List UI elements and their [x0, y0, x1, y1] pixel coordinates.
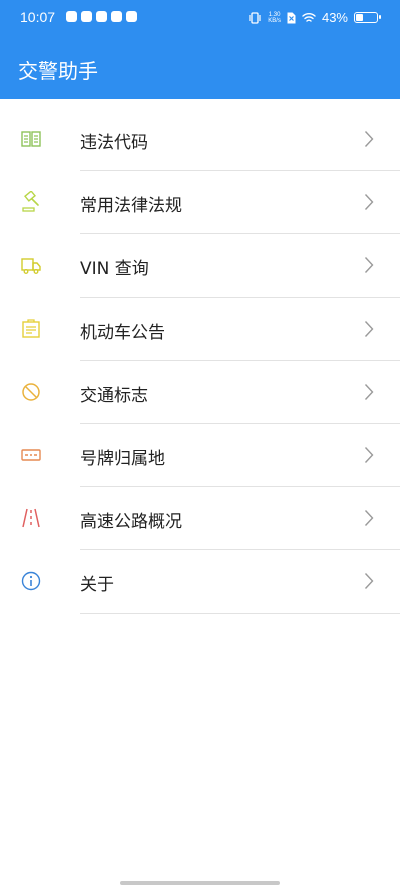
- app-notification-icon: [96, 11, 107, 22]
- menu-list: 违法代码 常用法律法规 VIN 查询 机动车公告 交通标志 号牌归属地 高速公路…: [0, 108, 400, 614]
- app-bar: 交警助手: [0, 36, 400, 99]
- menu-item-violation-codes[interactable]: 违法代码: [0, 108, 400, 172]
- video-notification-icon: [111, 11, 122, 22]
- chevron-right-icon: [364, 257, 374, 274]
- status-right: 1.30 KB/s 43%: [248, 10, 381, 25]
- battery-percent: 43%: [321, 10, 348, 25]
- status-bar: 10:07 1.30 KB/s 43%: [0, 0, 400, 36]
- notice-icon: [22, 318, 40, 338]
- menu-item-label: 违法代码: [80, 133, 148, 153]
- book-icon: [21, 131, 41, 147]
- menu-item-about[interactable]: 关于: [0, 550, 400, 614]
- menu-item-plate-region[interactable]: 号牌归属地: [0, 424, 400, 488]
- notification-icons: [66, 11, 137, 22]
- network-speed-value: 1.30: [268, 11, 281, 18]
- highway-icon: [22, 508, 40, 528]
- menu-item-label: 常用法律法规: [80, 196, 182, 217]
- chevron-right-icon: [364, 320, 374, 337]
- chevron-right-icon: [364, 573, 374, 590]
- info-icon: [21, 572, 41, 591]
- menu-item-label: 关于: [80, 575, 114, 596]
- status-time: 10:07: [20, 9, 56, 25]
- battery-icon: [354, 12, 381, 23]
- menu-item-highway-overview[interactable]: 高速公路概况: [0, 487, 400, 551]
- menu-item-label: 高速公路概况: [80, 512, 182, 533]
- prohibited-sign-icon: [22, 383, 40, 401]
- page-title: 交警助手: [18, 59, 98, 83]
- app-notification-icon: [81, 11, 92, 22]
- menu-item-label: 机动车公告: [80, 322, 165, 343]
- menu-item-label: 交通标志: [80, 385, 148, 406]
- menu-item-vin-query[interactable]: VIN 查询: [0, 234, 400, 298]
- chevron-right-icon: [364, 510, 374, 527]
- chevron-right-icon: [364, 194, 374, 211]
- no-sim-icon: [287, 12, 296, 23]
- chevron-right-icon: [364, 446, 374, 463]
- network-speed: 1.30 KB/s: [268, 12, 281, 24]
- menu-item-label: 号牌归属地: [80, 448, 165, 469]
- tiktok-notification-icon: [66, 11, 77, 22]
- truck-icon: [21, 258, 41, 275]
- menu-item-vehicle-notice[interactable]: 机动车公告: [0, 298, 400, 361]
- battery-level: [356, 14, 364, 21]
- home-indicator[interactable]: [120, 881, 280, 885]
- chevron-right-icon: [364, 383, 374, 400]
- menu-item-label: VIN 查询: [80, 259, 149, 280]
- mail-notification-icon: [126, 11, 137, 22]
- license-plate-icon: [21, 449, 41, 461]
- vibrate-icon: [249, 11, 261, 24]
- wifi-icon: [302, 13, 316, 22]
- gavel-icon: [22, 191, 39, 212]
- menu-item-laws[interactable]: 常用法律法规: [0, 171, 400, 235]
- divider: [80, 612, 400, 614]
- chevron-right-icon: [364, 131, 374, 147]
- network-speed-unit: KB/s: [268, 17, 281, 24]
- menu-item-traffic-signs[interactable]: 交通标志: [0, 361, 400, 424]
